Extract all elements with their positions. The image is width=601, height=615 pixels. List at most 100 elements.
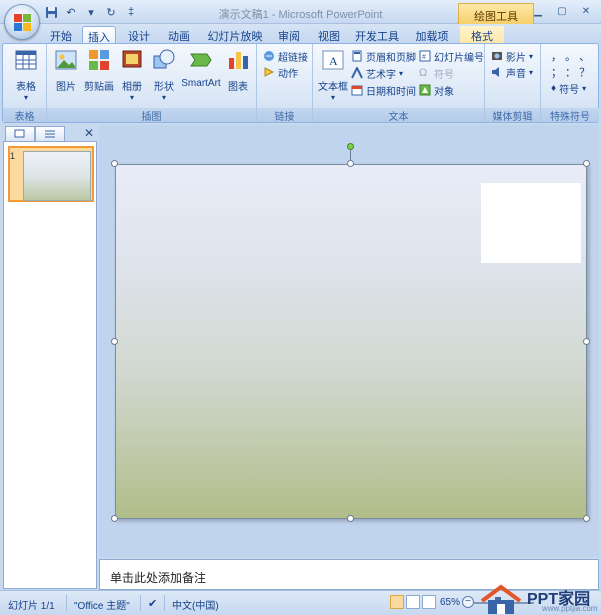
wordart-button[interactable]: 艺术字 ▾ [351, 65, 403, 81]
textbox-icon: A [322, 50, 344, 70]
status-separator [164, 595, 165, 611]
table-icon [15, 50, 37, 70]
slide-count: 幻灯片 1/1 [8, 601, 55, 612]
header-footer-icon [352, 50, 362, 62]
movie-icon [492, 52, 502, 60]
window-controls: ▁ ▢ ✕ [527, 3, 597, 19]
slide-number-button[interactable]: # 幻灯片编号 [419, 48, 484, 64]
punctuation-row-1[interactable]: ， 。 、 [551, 48, 590, 64]
resize-handle-tl[interactable] [111, 160, 118, 167]
wordart-icon [351, 67, 363, 79]
notes-placeholder: 单击此处添加备注 [110, 571, 207, 585]
object-button[interactable]: 对象 [419, 82, 454, 98]
minimize-icon[interactable]: ▁ [527, 3, 549, 19]
table-button[interactable]: 表格 ▾ [9, 48, 43, 102]
ribbon: 表格 ▾ 表格 图片 剪贴画 相册 ▾ 形状 ▾ SmartArt 图表 插图 … [2, 43, 599, 123]
watermark-url: www.pptjia.com [542, 604, 598, 613]
header-footer-button[interactable]: 页眉和页脚 [351, 48, 416, 64]
resize-handle-t[interactable] [347, 160, 354, 167]
tab-addins[interactable]: 加载项 [410, 26, 454, 44]
zoom-level[interactable]: 65% [440, 597, 460, 608]
drawing-tools-tab: 绘图工具 [458, 3, 534, 24]
pane-tabs: ✕ [3, 125, 97, 141]
tab-review[interactable]: 审阅 [272, 26, 306, 44]
album-button[interactable]: 相册 ▾ [117, 48, 147, 102]
group-media: 影片 ▾ 声音 ▾ 媒体剪辑 [485, 44, 541, 123]
slide-canvas[interactable] [115, 164, 587, 519]
datetime-button[interactable]: 日期和时间 [351, 82, 416, 98]
tab-home[interactable]: 开始 [44, 26, 78, 44]
slide-sorter-view-button[interactable] [406, 595, 420, 609]
group-links: 超链接 动作 链接 [257, 44, 313, 123]
tab-slideshow[interactable]: 幻灯片放映 [204, 26, 266, 44]
smartart-button[interactable]: SmartArt [181, 48, 221, 89]
resize-handle-l[interactable] [111, 338, 118, 345]
resize-handle-r[interactable] [583, 338, 590, 345]
picture-button[interactable]: 图片 [51, 48, 81, 93]
resize-handle-tr[interactable] [583, 160, 590, 167]
action-icon [264, 67, 275, 77]
theme-name[interactable]: "Office 主题" [74, 597, 130, 612]
normal-view-button[interactable] [390, 595, 404, 609]
chart-button[interactable]: 图表 [223, 48, 253, 93]
language-indicator[interactable]: 中文(中国) [172, 597, 219, 612]
slides-tab-icon [14, 129, 25, 138]
status-separator [66, 595, 67, 611]
symbol-button[interactable]: Ω 符号 [419, 65, 454, 81]
group-label-links: 链接 [257, 108, 312, 123]
sound-button[interactable]: 声音 ▾ [491, 64, 533, 80]
textbox-button[interactable]: A 文本框 ▾ [317, 48, 349, 102]
tab-developer[interactable]: 开发工具 [352, 26, 402, 44]
clipart-button[interactable]: 剪贴画 [83, 48, 115, 93]
tab-view[interactable]: 视图 [312, 26, 346, 44]
office-logo-icon [14, 14, 32, 32]
tab-insert[interactable]: 插入 [82, 26, 116, 44]
object-icon [419, 84, 431, 96]
svg-text:A: A [329, 54, 338, 68]
close-icon[interactable]: ✕ [575, 3, 597, 19]
white-rectangle[interactable] [481, 183, 581, 263]
omega-icon: Ω [419, 67, 428, 79]
smartart-icon [190, 53, 212, 67]
hyperlink-button[interactable]: 超链接 [263, 48, 308, 64]
picture-icon [55, 50, 77, 70]
slides-tab[interactable] [5, 126, 35, 141]
special-symbol-button[interactable]: ♦ 符号 ▾ [551, 80, 586, 96]
group-text: A 文本框 ▾ 页眉和页脚 艺术字 ▾ 日期和时间 # 幻灯片编号 Ω 符号 对象 [313, 44, 485, 123]
house-logo-icon [480, 584, 522, 614]
tab-format[interactable]: 格式 [460, 26, 504, 44]
group-label-media: 媒体剪辑 [485, 108, 540, 123]
shapes-button[interactable]: 形状 ▾ [149, 48, 179, 102]
maximize-icon[interactable]: ▢ [551, 3, 573, 19]
movie-button[interactable]: 影片 ▾ [491, 48, 533, 64]
tab-animations[interactable]: 动画 [162, 26, 196, 44]
photo-album-icon [122, 50, 142, 68]
outline-tab[interactable] [35, 126, 65, 141]
shapes-icon [153, 49, 175, 69]
chart-icon [229, 52, 248, 69]
notes-pane[interactable]: 单击此处添加备注 [99, 559, 599, 590]
resize-handle-br[interactable] [583, 515, 590, 522]
group-label-special-symbols: 特殊符号 [541, 108, 599, 123]
zoom-out-icon[interactable]: − [462, 596, 474, 608]
spellcheck-icon[interactable]: ✔ [148, 597, 157, 610]
tab-design[interactable]: 设计 [122, 26, 156, 44]
slideshow-view-button[interactable] [422, 595, 436, 609]
group-label-text: 文本 [313, 108, 484, 123]
group-label-illustrations: 插图 [47, 108, 256, 123]
resize-handle-b[interactable] [347, 515, 354, 522]
status-separator [140, 595, 141, 611]
clipart-icon [89, 50, 109, 70]
svg-text:#: # [422, 54, 426, 61]
action-button[interactable]: 动作 [263, 64, 298, 80]
calendar-icon [351, 85, 363, 96]
group-label-tables: 表格 [3, 108, 46, 123]
pane-close-icon[interactable]: ✕ [84, 126, 94, 140]
group-tables: 表格 ▾ 表格 [3, 44, 47, 123]
slides-pane: 1 [3, 141, 97, 589]
rotation-handle[interactable] [347, 143, 354, 150]
resize-handle-bl[interactable] [111, 515, 118, 522]
punctuation-row-2[interactable]: ； ： ？ [551, 64, 590, 80]
office-button[interactable] [4, 4, 40, 40]
slide-thumbnail[interactable] [23, 151, 91, 201]
